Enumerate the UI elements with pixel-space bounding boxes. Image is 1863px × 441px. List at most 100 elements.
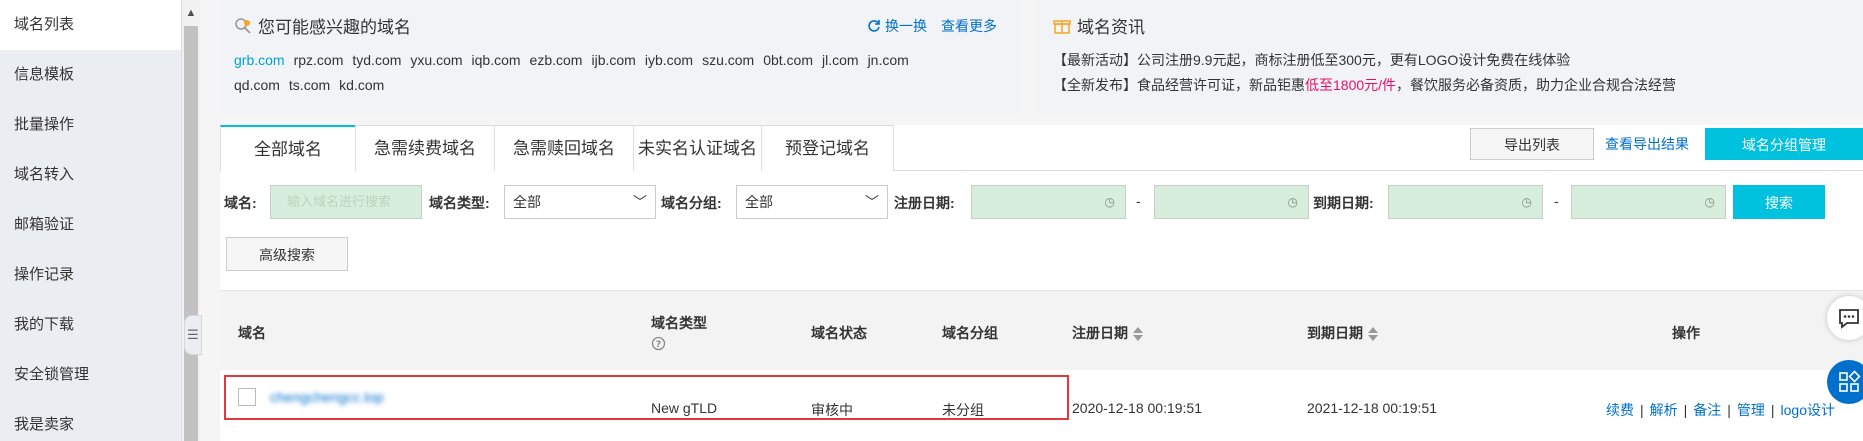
suggested-domain[interactable]: 0bt.com <box>763 52 813 68</box>
suggested-domain[interactable]: kd.com <box>339 77 384 93</box>
tab-preregister[interactable]: 预登记域名 <box>761 125 894 171</box>
row-type: New gTLD <box>651 400 718 416</box>
scroll-up-icon[interactable]: ▲ <box>182 0 200 26</box>
suggested-domain[interactable]: qd.com <box>234 77 280 93</box>
row-operations: 续费 | 解析 | 备注 | 管理 | logo设计 <box>1605 402 1835 418</box>
row-status: 审核中 <box>811 402 853 418</box>
exp-date-label: 到期日期: <box>1313 195 1374 211</box>
tab-redeem-urgent[interactable]: 急需赎回域名 <box>494 125 634 171</box>
domain-list-main: 全部域名 急需续费域名 急需赎回域名 未实名认证域名 预登记域名 导出列表 查看… <box>220 125 1863 441</box>
interest-title: 您可能感兴趣的域名 <box>258 18 411 37</box>
suggested-domain[interactable]: tyd.com <box>352 52 401 68</box>
chat-icon <box>1839 309 1859 329</box>
exp-date-start-input[interactable]: ◷ <box>1388 185 1543 219</box>
sort-icon[interactable] <box>1132 326 1144 342</box>
logo-design-link[interactable]: logo设计 <box>1781 402 1835 418</box>
table-row: chengchengcc.top New gTLD 审核中 未分组 2020-1… <box>220 370 1863 441</box>
group-manage-button[interactable]: 域名分组管理 <box>1705 128 1863 160</box>
domain-search-input[interactable]: 输入域名进行搜索 <box>270 185 422 219</box>
news-item[interactable]: 【全新发布】食品经营许可证，新品钜惠低至1800元/件，餐饮服务必备资质，助力企… <box>1053 73 1676 98</box>
date-separator: - <box>1554 193 1559 209</box>
reg-date-end-input[interactable]: ◷ <box>1154 185 1309 219</box>
scrollbar-thumb[interactable] <box>184 26 198 441</box>
exp-date-end-input[interactable]: ◷ <box>1571 185 1726 219</box>
sidebar-item-domain-list[interactable]: 域名列表 <box>0 0 181 50</box>
apps-button[interactable] <box>1827 360 1863 404</box>
tab-all-domains[interactable]: 全部域名 <box>220 125 356 171</box>
renew-link[interactable]: 续费 <box>1606 402 1634 418</box>
chevron-down-icon: ﹀ <box>633 194 647 210</box>
help-icon[interactable]: ? <box>651 336 666 351</box>
news-item[interactable]: 【最新活动】公司注册9.9元起，商标注册低至300元，更有LOGO设计免费在线体… <box>1053 48 1676 73</box>
domain-filter-label: 域名: <box>224 195 257 211</box>
row-exp-date: 2021-12-18 00:19:51 <box>1307 400 1437 416</box>
type-filter-label: 域名类型: <box>429 195 490 211</box>
sidebar-item-info-template[interactable]: 信息模板 <box>0 50 181 100</box>
row-reg-date: 2020-12-18 00:19:51 <box>1072 400 1202 416</box>
news-title: 域名资讯 <box>1077 18 1145 37</box>
suggested-domain[interactable]: yxu.com <box>410 52 462 68</box>
reg-date-start-input[interactable]: ◷ <box>971 185 1126 219</box>
dns-link[interactable]: 解析 <box>1650 402 1678 418</box>
suggested-domain[interactable]: ezb.com <box>530 52 583 68</box>
table-header: 域名 域名类型? 域名状态 域名分组 注册日期 到期日期 操作 <box>220 290 1863 370</box>
filter-bar: 域名: 输入域名进行搜索 域名类型: 全部 ﹀ 域名分组: 全部 ﹀ 注册日期: ◷… <box>220 185 1863 285</box>
view-more-link[interactable]: 查看更多 <box>941 16 997 36</box>
manage-link[interactable]: 管理 <box>1737 402 1765 418</box>
news-panel: 域名资讯 【最新活动】公司注册9.9元起，商标注册低至300元，更有LOGO设计… <box>1035 0 1863 113</box>
sort-icon[interactable] <box>1367 326 1379 342</box>
refresh-link[interactable]: 换一换 <box>867 16 927 36</box>
sidebar-item-seller[interactable]: 我是卖家 <box>0 400 181 441</box>
remark-link[interactable]: 备注 <box>1693 402 1721 418</box>
col-exp-date[interactable]: 到期日期 <box>1307 323 1379 343</box>
search-icon <box>235 17 251 34</box>
news-list: 【最新活动】公司注册9.9元起，商标注册低至300元，更有LOGO设计免费在线体… <box>1053 48 1676 98</box>
sidebar-item-security-lock[interactable]: 安全锁管理 <box>0 350 181 400</box>
search-button[interactable]: 搜索 <box>1733 185 1825 219</box>
suggested-domain[interactable]: ts.com <box>289 77 330 93</box>
clock-icon: ◷ <box>1104 195 1115 209</box>
reg-date-label: 注册日期: <box>894 195 955 211</box>
sidebar-scrollbar[interactable]: ▲ <box>181 0 200 441</box>
row-group: 未分组 <box>942 402 984 418</box>
tab-renew-urgent[interactable]: 急需续费域名 <box>355 125 495 171</box>
view-export-link[interactable]: 查看导出结果 <box>1605 134 1689 154</box>
row-domain-link[interactable]: chengchengcc.top <box>270 389 384 405</box>
tab-unverified[interactable]: 未实名认证域名 <box>633 125 762 171</box>
refresh-icon <box>868 20 880 32</box>
col-group: 域名分组 <box>942 325 998 341</box>
row-checkbox[interactable] <box>238 388 256 406</box>
sidebar-item-transfer-in[interactable]: 域名转入 <box>0 150 181 200</box>
group-filter-label: 域名分组: <box>661 195 722 211</box>
chevron-down-icon: ﹀ <box>865 194 879 210</box>
apps-icon <box>1839 370 1861 392</box>
suggested-domain[interactable]: szu.com <box>702 52 754 68</box>
suggested-domain[interactable]: jn.com <box>868 52 909 68</box>
suggested-domain[interactable]: iyb.com <box>645 52 693 68</box>
export-list-button[interactable]: 导出列表 <box>1470 128 1594 160</box>
suggested-domain[interactable]: jl.com <box>822 52 859 68</box>
sidebar-item-batch[interactable]: 批量操作 <box>0 100 181 150</box>
advanced-search-button[interactable]: 高级搜索 <box>226 237 348 271</box>
sidebar-item-email-verify[interactable]: 邮箱验证 <box>0 200 181 250</box>
sidebar-item-downloads[interactable]: 我的下载 <box>0 300 181 350</box>
suggested-domain[interactable]: iqb.com <box>472 52 521 68</box>
sidebar: 域名列表 信息模板 批量操作 域名转入 邮箱验证 操作记录 我的下载 安全锁管理… <box>0 0 181 441</box>
suggested-domain[interactable]: grb.com <box>234 52 285 68</box>
date-separator: - <box>1136 193 1141 209</box>
suggested-domain[interactable]: ijb.com <box>591 52 635 68</box>
suggested-domain[interactable]: rpz.com <box>294 52 344 68</box>
col-reg-date[interactable]: 注册日期 <box>1072 323 1144 343</box>
sidebar-collapse-icon[interactable]: ☰ <box>184 315 202 355</box>
group-select[interactable]: 全部 ﹀ <box>736 185 888 219</box>
sidebar-item-operation-log[interactable]: 操作记录 <box>0 250 181 300</box>
clock-icon: ◷ <box>1287 195 1298 209</box>
type-select[interactable]: 全部 ﹀ <box>504 185 656 219</box>
chat-button[interactable] <box>1827 296 1863 340</box>
col-operations: 操作 <box>1672 325 1700 341</box>
svg-text:?: ? <box>656 340 661 350</box>
col-domain: 域名 <box>238 325 266 341</box>
gift-icon <box>1053 19 1071 34</box>
col-status: 域名状态 <box>811 325 867 341</box>
suggested-domains: grb.com rpz.com tyd.com yxu.com iqb.com ezb.c… <box>234 48 994 98</box>
